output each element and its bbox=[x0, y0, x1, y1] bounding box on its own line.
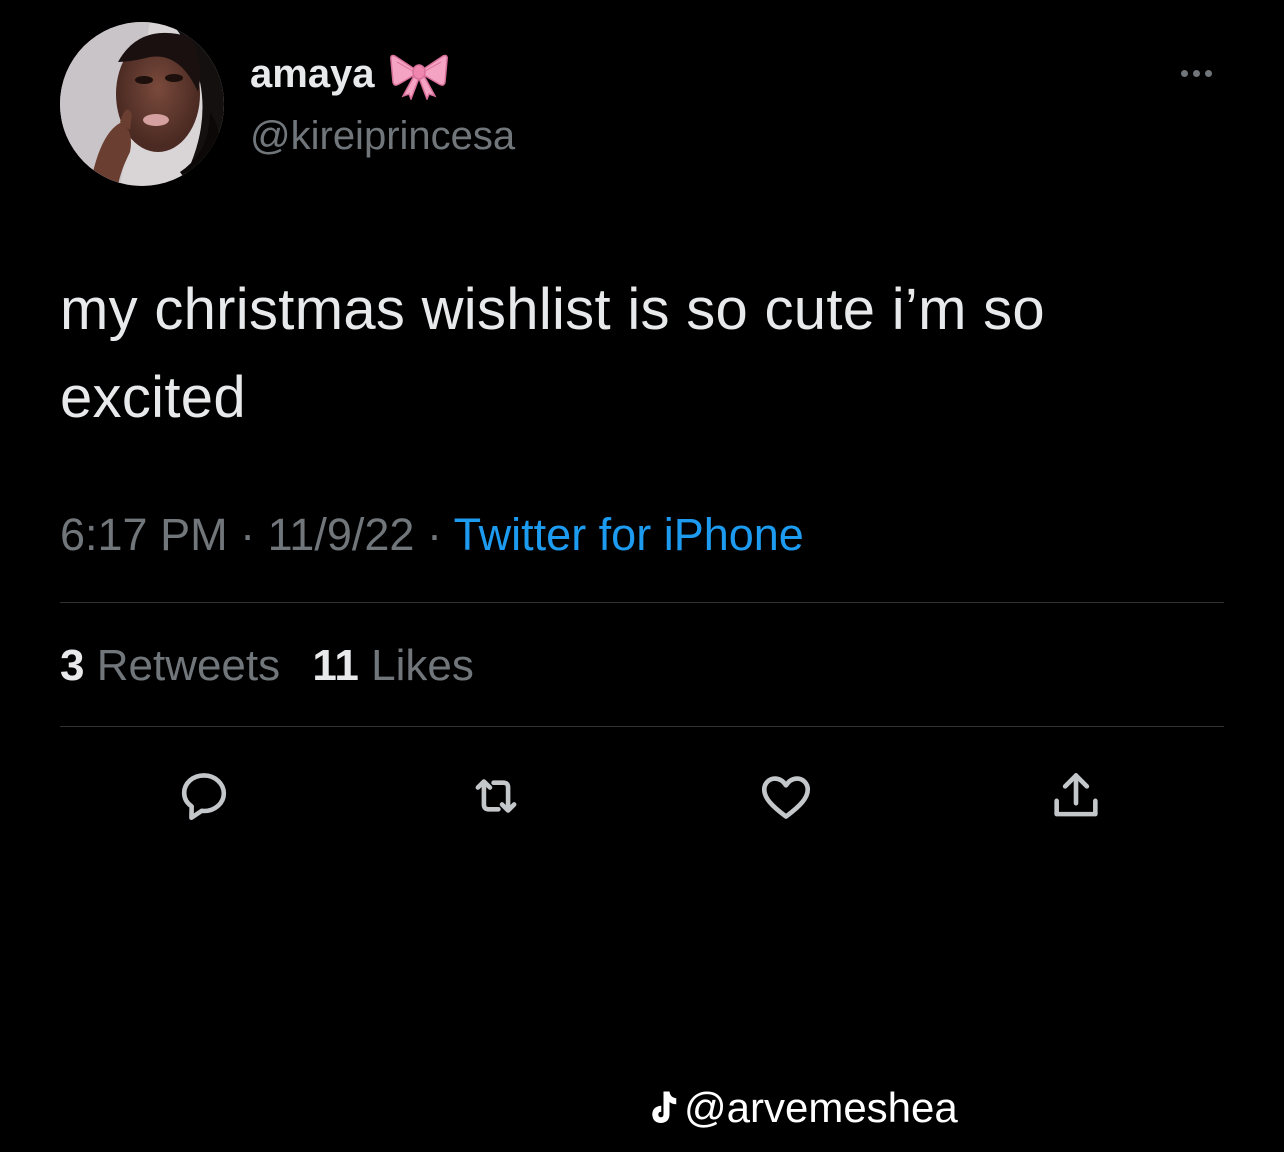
retweets-count: 3 bbox=[60, 641, 85, 690]
retweets-label: Retweets bbox=[96, 641, 281, 690]
tweet-stats: 3 Retweets 11 Likes bbox=[60, 638, 474, 694]
share-icon bbox=[1054, 773, 1098, 817]
like-icon bbox=[761, 776, 811, 819]
retweet-button[interactable] bbox=[466, 766, 526, 826]
tweet-text: my christmas wishlist is so cute i’m so … bbox=[60, 277, 1045, 430]
retweet-icon bbox=[475, 779, 517, 813]
share-button[interactable] bbox=[1046, 766, 1106, 826]
watermark-handle: @arvemeshea bbox=[684, 1084, 958, 1131]
like-button[interactable] bbox=[756, 766, 816, 826]
divider bbox=[60, 602, 1224, 603]
user-handle[interactable]: @kireiprincesa bbox=[250, 110, 515, 162]
divider bbox=[60, 726, 1224, 727]
tiktok-icon bbox=[652, 1091, 677, 1123]
meta-separator: · bbox=[426, 509, 442, 560]
avatar[interactable] bbox=[60, 22, 224, 186]
tiktok-watermark: @arvemeshea bbox=[644, 1082, 958, 1134]
more-dot-icon bbox=[1192, 69, 1200, 77]
meta-separator: · bbox=[240, 509, 256, 560]
more-dot-icon bbox=[1180, 69, 1188, 77]
likes-label: Likes bbox=[371, 641, 474, 690]
tweet-source-link[interactable]: Twitter for iPhone bbox=[454, 509, 804, 560]
display-name[interactable]: amaya bbox=[250, 48, 449, 102]
likes-count: 11 bbox=[312, 641, 359, 690]
ribbon-bow-icon bbox=[389, 48, 449, 102]
more-dot-icon bbox=[1204, 69, 1212, 77]
display-name-text: amaya bbox=[250, 52, 375, 96]
more-options-button[interactable] bbox=[1170, 56, 1222, 90]
retweets-stat[interactable]: 3 Retweets bbox=[60, 641, 280, 690]
profile-photo bbox=[60, 22, 224, 186]
likes-stat[interactable]: 11 Likes bbox=[312, 641, 473, 690]
tweet-meta: 6:17 PM · 11/9/22 · Twitter for iPhone bbox=[60, 505, 804, 565]
tweet-time[interactable]: 6:17 PM bbox=[60, 509, 228, 560]
reply-icon bbox=[181, 773, 227, 821]
reply-button[interactable] bbox=[174, 766, 234, 826]
tweet-date[interactable]: 11/9/22 bbox=[268, 509, 415, 560]
